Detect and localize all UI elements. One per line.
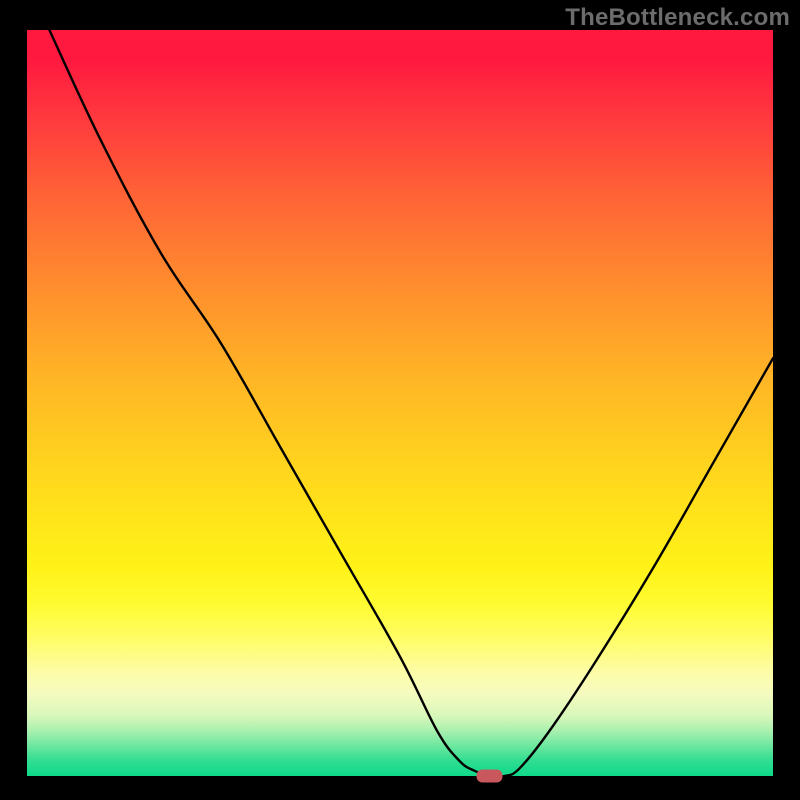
bottleneck-curve	[49, 30, 773, 777]
bottleneck-curve-svg	[27, 30, 773, 776]
watermark-label: TheBottleneck.com	[565, 4, 790, 32]
optimal-marker	[477, 770, 503, 783]
chart-plot-area	[27, 30, 773, 776]
